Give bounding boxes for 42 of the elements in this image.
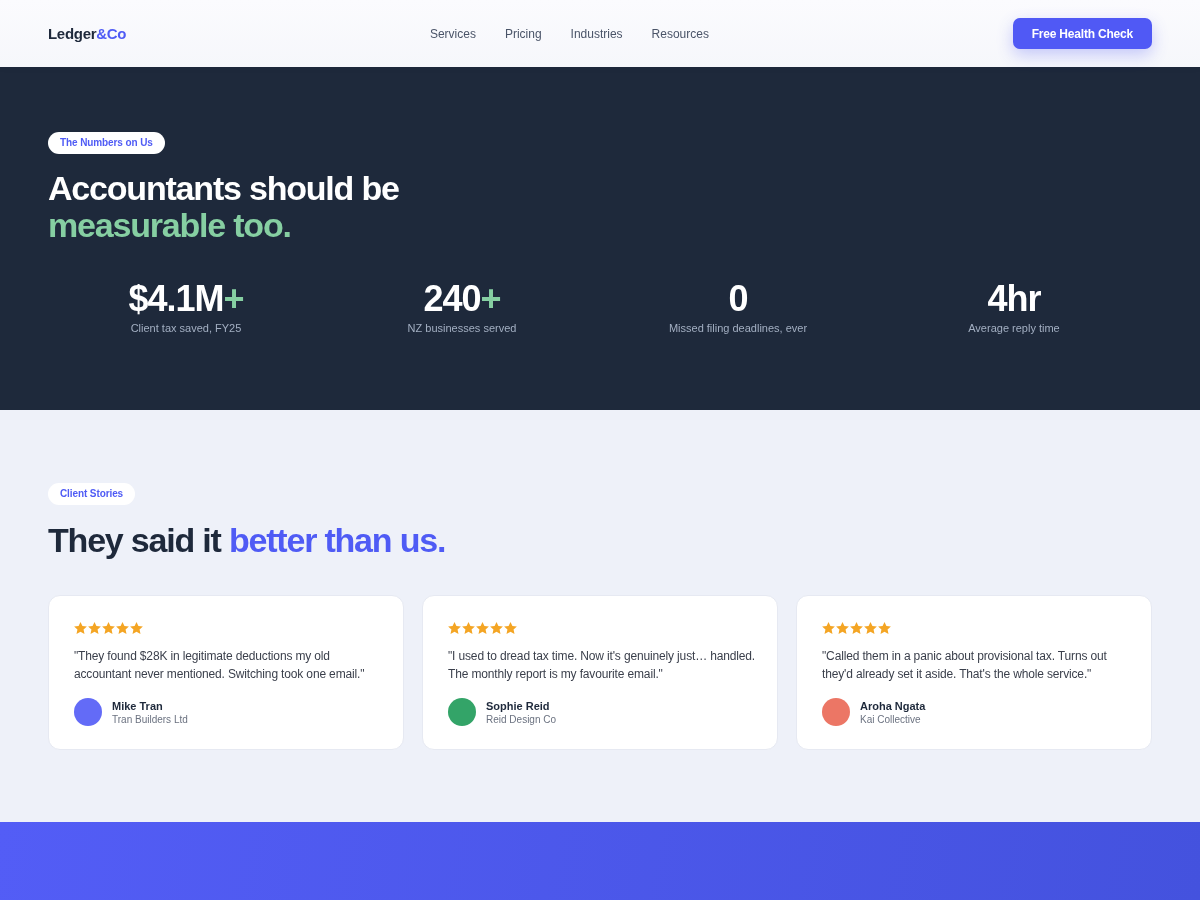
star-icon: [130, 622, 143, 634]
section-heading: Accountants should be measurable too.: [48, 170, 400, 244]
nav-link[interactable]: Pricing: [504, 26, 542, 41]
stat-label: Client tax saved, FY25: [130, 322, 242, 334]
author-name: Sophie Reid: [486, 699, 551, 712]
logo[interactable]: Ledger&Co: [48, 25, 127, 42]
star-icon: [74, 622, 87, 634]
testimonial-quote: "Called them in a panic about provisional tax. Turns out they'd already set it aside. That's the whole service.": [822, 648, 1108, 683]
testimonial-quote: "They found $28K in legitimate deductions my old accountant never mentioned. Switching took one email.": [74, 648, 366, 683]
star-icon: [448, 622, 461, 634]
author-name: Aroha Ngata: [860, 699, 926, 712]
author-company: Reid Design Co: [486, 713, 557, 725]
star-icon: [462, 622, 475, 634]
author-name: Mike Tran: [112, 699, 164, 712]
section-heading: They said it better than us.: [48, 520, 447, 560]
star-icon: [836, 622, 849, 634]
stat-label: NZ businesses served: [407, 322, 517, 334]
nav-link[interactable]: Resources: [651, 26, 709, 41]
star-icon: [476, 622, 489, 634]
stat-label: Average reply time: [968, 322, 1060, 334]
section-badge: The Numbers on Us: [48, 132, 165, 154]
health-check-button[interactable]: Free Health Check: [1012, 18, 1152, 49]
stat-value: 4hr: [987, 278, 1041, 320]
nav-link[interactable]: Services: [429, 26, 476, 41]
star-icon: [116, 622, 129, 634]
author-company: Kai Collective: [860, 713, 922, 725]
star-icon: [504, 622, 517, 634]
star-icon: [878, 622, 891, 634]
section-badge: Client Stories: [48, 483, 136, 505]
star-icon: [102, 622, 115, 634]
stat-value: 0: [728, 278, 748, 320]
star-icon: [850, 622, 863, 634]
testimonial-quote: "I used to dread tax time. Now it's genuinely just… handled. The monthly report is my favourite email.": [448, 648, 757, 683]
stat-value: 240+: [423, 278, 501, 320]
star-icon: [864, 622, 877, 634]
stat-value: $4.1M+: [128, 278, 244, 320]
author-company: Tran Builders Ltd: [112, 713, 188, 725]
stat-label: Missed filing deadlines, ever: [668, 322, 808, 334]
star-icon: [490, 622, 503, 634]
star-icon: [88, 622, 101, 634]
star-icon: [822, 622, 835, 634]
nav-link[interactable]: Industries: [570, 26, 623, 41]
